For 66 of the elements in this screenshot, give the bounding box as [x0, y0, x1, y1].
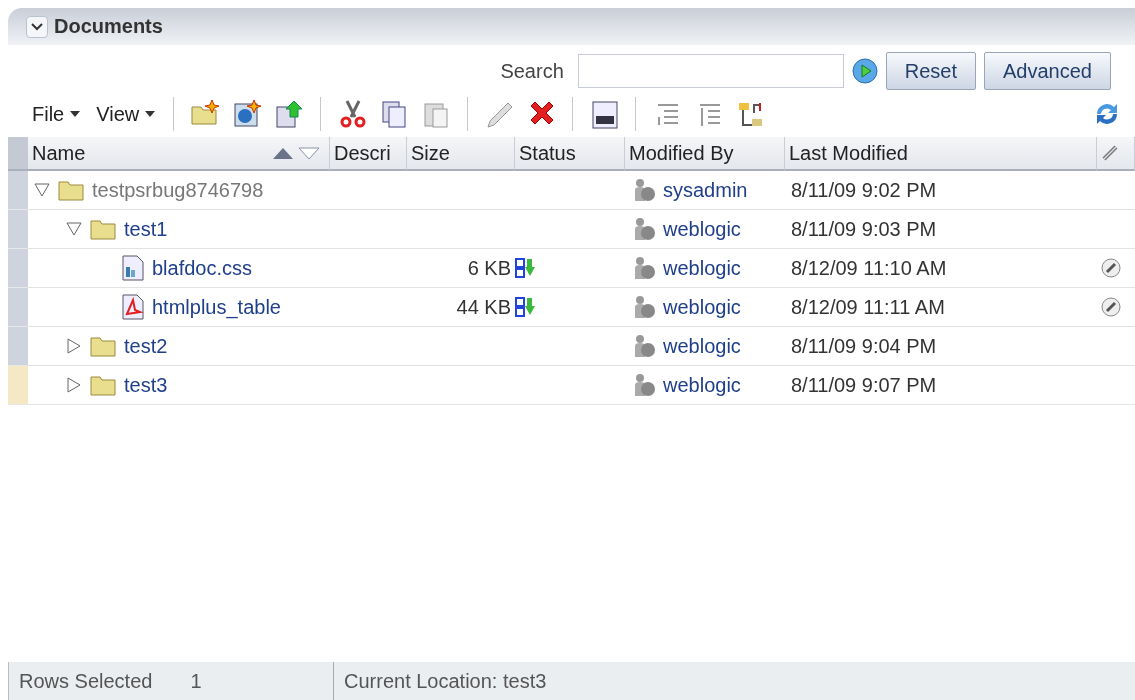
document-icon: [122, 255, 144, 281]
collapse-icon[interactable]: [34, 182, 50, 198]
file-link[interactable]: test2: [124, 334, 168, 358]
header-corner: [8, 137, 28, 171]
search-label: Search: [500, 59, 564, 83]
link-icon: [1101, 297, 1121, 317]
current-location: Current Location: test3: [344, 669, 547, 693]
column-header[interactable]: Status: [515, 137, 625, 171]
sync-status-icon: [515, 297, 535, 317]
expand-icon[interactable]: [66, 377, 82, 393]
go-icon[interactable]: [851, 58, 878, 84]
folder-icon: [90, 218, 116, 240]
collapse-icon[interactable]: [66, 221, 82, 237]
user-icon: [633, 295, 657, 319]
user-link[interactable]: weblogic: [663, 217, 741, 241]
user-icon: [633, 217, 657, 241]
column-header[interactable]: Descri: [330, 137, 407, 171]
caret-icon: [145, 111, 156, 117]
menu-button[interactable]: File: [28, 102, 85, 126]
date-text: 8/11/09 9:04 PM: [791, 334, 937, 358]
user-icon: [633, 178, 657, 202]
file-link[interactable]: test1: [124, 217, 168, 241]
user-icon: [633, 373, 657, 397]
column-header[interactable]: Last Modified: [785, 137, 1097, 171]
caret-icon: [70, 111, 81, 117]
column-title: Name: [32, 141, 86, 165]
folder-icon: [90, 335, 116, 357]
column-header[interactable]: Size: [407, 137, 515, 171]
user-link[interactable]: weblogic: [663, 256, 741, 280]
expand-icon[interactable]: [66, 338, 82, 354]
folder-icon: [90, 374, 116, 396]
advanced-button[interactable]: Advanced: [984, 52, 1111, 90]
panel-title: Documents: [54, 15, 163, 38]
date-text: 8/12/09 11:10 AM: [791, 256, 947, 280]
user-icon: [633, 334, 657, 358]
rows-selected-count: 1: [190, 669, 202, 693]
search-field[interactable]: [577, 54, 844, 88]
file-link[interactable]: test3: [124, 373, 168, 397]
size-text: 44 KB: [456, 295, 511, 319]
sort-icon[interactable]: [271, 146, 321, 160]
file-link[interactable]: blafdoc.css: [152, 256, 253, 280]
file-link[interactable]: htmlplus_table: [152, 295, 281, 319]
date-text: 8/12/09 11:11 AM: [791, 295, 945, 319]
folder-icon: [58, 179, 84, 201]
user-link[interactable]: weblogic: [663, 295, 741, 319]
file-link[interactable]: testpsrbug8746798: [92, 178, 264, 202]
sync-status-icon: [515, 258, 535, 278]
column-header[interactable]: Modified By: [625, 137, 785, 171]
chevron-icon: [31, 22, 43, 31]
user-link[interactable]: weblogic: [663, 334, 741, 358]
rows-selected-label: Rows Selected: [19, 669, 153, 693]
user-icon: [633, 256, 657, 280]
date-text: 8/11/09 9:07 PM: [791, 373, 937, 397]
user-link[interactable]: weblogic: [663, 373, 741, 397]
date-text: 8/11/09 9:02 PM: [791, 178, 937, 202]
pdf-icon: [122, 294, 144, 320]
reset-button[interactable]: Reset: [885, 52, 977, 90]
collapse-button[interactable]: [26, 15, 48, 38]
link-icon: [1101, 144, 1119, 162]
menu-button[interactable]: View: [92, 102, 160, 126]
date-text: 8/11/09 9:03 PM: [791, 217, 937, 241]
link-icon: [1101, 258, 1121, 278]
column-header[interactable]: [1097, 137, 1135, 171]
user-link[interactable]: sysadmin: [663, 178, 748, 202]
size-text: 6 KB: [467, 256, 511, 280]
column-header[interactable]: Name: [28, 137, 330, 171]
